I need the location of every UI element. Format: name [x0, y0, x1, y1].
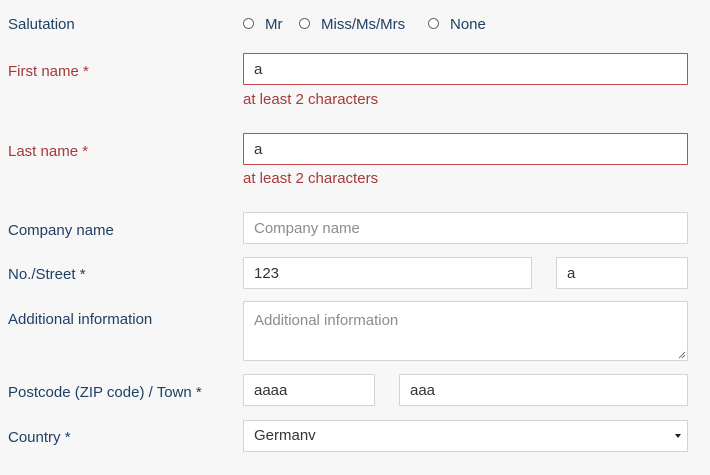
street-input[interactable]	[556, 257, 688, 289]
company-name-label: Company name	[8, 222, 114, 239]
resize-handle-icon[interactable]	[678, 351, 686, 359]
country-select[interactable]: Germanv	[243, 420, 688, 452]
country-label: Country *	[8, 429, 71, 446]
salutation-label: Salutation	[8, 16, 75, 33]
radio-icon[interactable]	[299, 18, 310, 29]
house-number-input[interactable]	[243, 257, 532, 289]
postcode-town-label: Postcode (ZIP code) / Town *	[8, 384, 202, 401]
first-name-input[interactable]	[243, 53, 688, 85]
salutation-option-label: Mr	[265, 16, 283, 33]
radio-icon[interactable]	[243, 18, 254, 29]
additional-info-textarea[interactable]	[243, 301, 688, 361]
first-name-label: First name *	[8, 63, 89, 80]
last-name-error: at least 2 characters	[243, 170, 379, 187]
additional-info-label: Additional information	[8, 311, 153, 328]
last-name-input[interactable]	[243, 133, 688, 165]
postcode-input[interactable]	[243, 374, 375, 406]
chevron-down-icon	[675, 434, 681, 438]
salutation-option-label: Miss/Ms/Mrs	[321, 16, 406, 33]
salutation-option-label: None	[450, 16, 486, 33]
company-name-input[interactable]	[243, 212, 688, 244]
first-name-error: at least 2 characters	[243, 91, 379, 108]
radio-icon[interactable]	[428, 18, 439, 29]
street-label: No./Street *	[8, 266, 86, 283]
country-selected-value: Germanv	[254, 427, 316, 444]
last-name-label: Last name *	[8, 143, 89, 160]
town-input[interactable]	[399, 374, 688, 406]
